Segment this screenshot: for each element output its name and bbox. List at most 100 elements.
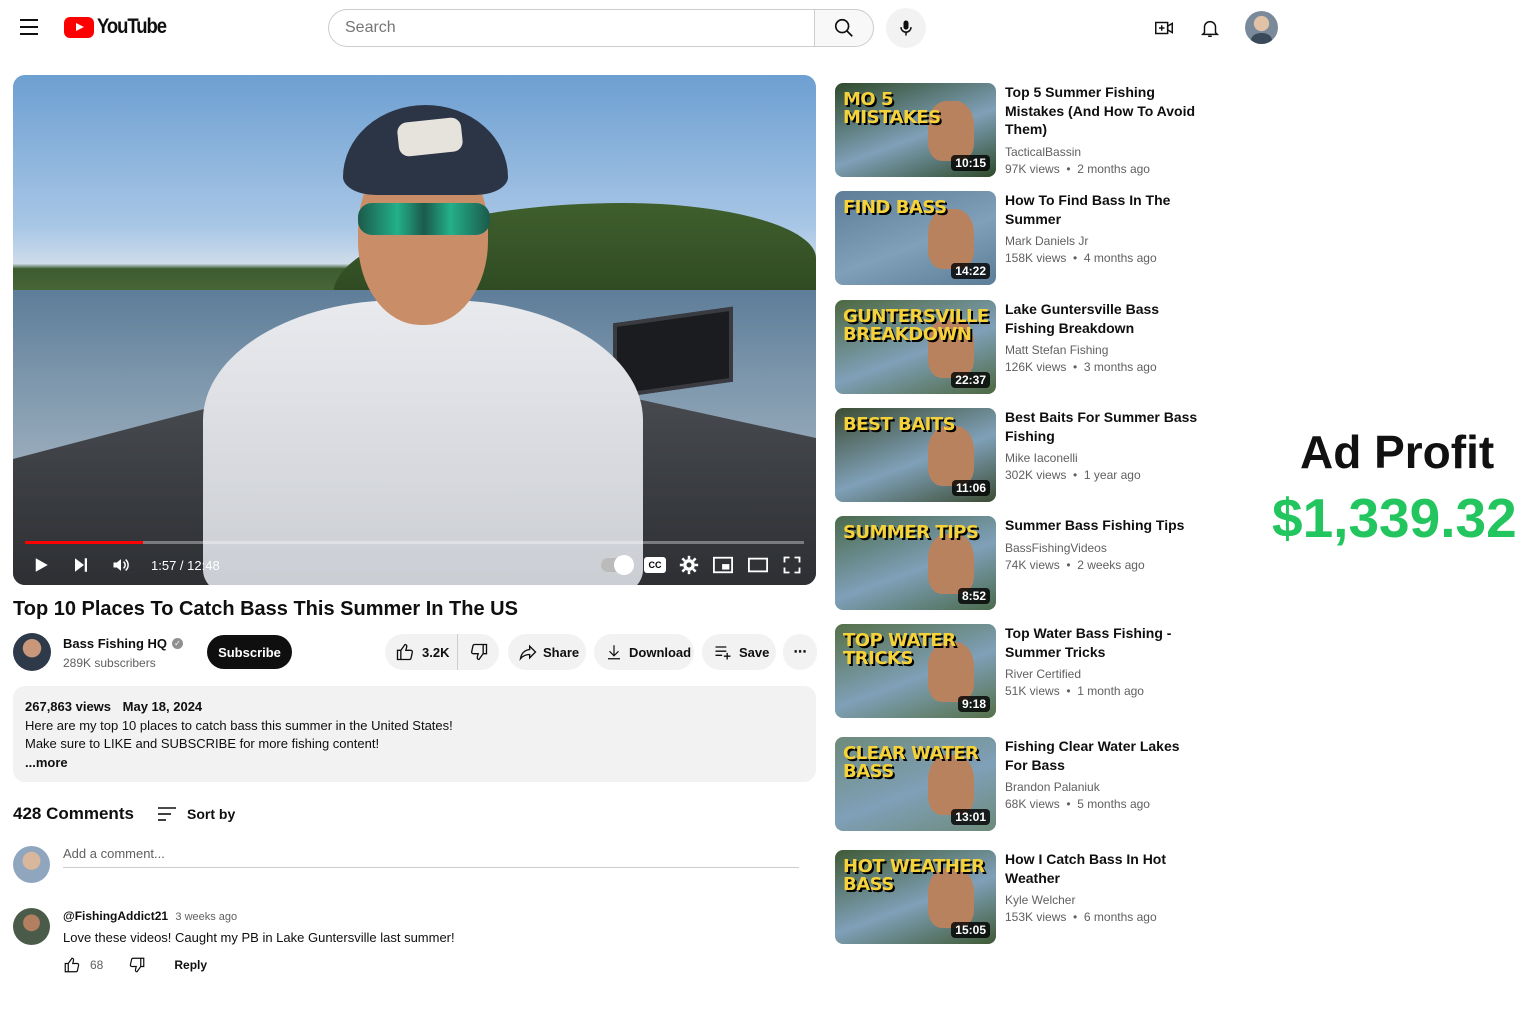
video-player[interactable]: 1:57 / 12:48 CC bbox=[13, 75, 816, 585]
video-thumbnail[interactable]: BEST BAITS 11:06 bbox=[835, 408, 996, 502]
video-title[interactable]: Fishing Clear Water Lakes For Bass bbox=[1005, 737, 1205, 774]
comment-like-button[interactable] bbox=[63, 956, 81, 974]
download-button[interactable]: Download bbox=[594, 634, 694, 670]
view-count: 302K views bbox=[1005, 468, 1067, 482]
channel-avatar[interactable] bbox=[13, 633, 51, 671]
video-frame-cap-patch bbox=[396, 116, 464, 158]
progress-bar[interactable] bbox=[25, 541, 804, 544]
add-comment-input[interactable] bbox=[63, 846, 799, 861]
sort-by-button[interactable]: Sort by bbox=[157, 806, 235, 822]
notifications-button[interactable] bbox=[1196, 14, 1224, 42]
channel-name[interactable]: River Certified bbox=[1005, 667, 1205, 681]
next-button[interactable] bbox=[67, 551, 95, 579]
video-thumbnail[interactable]: TOP WATER TRICKS 9:18 bbox=[835, 624, 996, 718]
upload-age: 5 months ago bbox=[1077, 797, 1150, 811]
channel-name[interactable]: Mark Daniels Jr bbox=[1005, 234, 1205, 248]
video-info: Summer Bass Fishing Tips BassFishingVideo… bbox=[1005, 516, 1205, 572]
recommended-video[interactable]: BEST BAITS 11:06 Best Baits For Summer Bas… bbox=[835, 408, 1205, 504]
recommended-video[interactable]: TOP WATER TRICKS 9:18 Top Water Bass Fishi… bbox=[835, 624, 1205, 720]
recommended-video[interactable]: GUNTERSVILLE BREAKDOWN 22:37 Lake Guntersv… bbox=[835, 300, 1205, 396]
video-duration: 10:15 bbox=[951, 155, 990, 171]
play-button[interactable] bbox=[27, 551, 55, 579]
video-meta: 302K views • 1 year ago bbox=[1005, 468, 1205, 482]
voice-search-button[interactable] bbox=[886, 8, 926, 48]
view-count: 97K views bbox=[1005, 161, 1060, 176]
view-count: 74K views bbox=[1005, 557, 1060, 572]
channel-name[interactable]: TacticalBassin bbox=[1005, 145, 1205, 159]
subscribe-button[interactable]: Subscribe bbox=[207, 635, 292, 669]
thumbnail-face bbox=[928, 534, 974, 594]
theater-mode-button[interactable] bbox=[747, 555, 769, 575]
video-title[interactable]: How To Find Bass In The Summer bbox=[1005, 191, 1205, 228]
video-meta: 97K views • 2 months ago bbox=[1005, 162, 1205, 176]
comment-author[interactable]: @FishingAddict21 bbox=[63, 909, 168, 923]
video-info: How To Find Bass In The Summer Mark Danie… bbox=[1005, 191, 1205, 265]
captions-button[interactable]: CC bbox=[644, 557, 666, 573]
search-box[interactable] bbox=[328, 9, 816, 47]
miniplayer-button[interactable] bbox=[712, 555, 734, 575]
sort-icon bbox=[158, 807, 176, 821]
account-avatar[interactable] bbox=[1245, 11, 1278, 44]
volume-button[interactable] bbox=[107, 551, 135, 579]
video-duration: 22:37 bbox=[951, 372, 990, 388]
description-box[interactable]: 267,863 views May 18, 2024 Here are my t… bbox=[13, 686, 816, 782]
add-comment-field[interactable] bbox=[63, 846, 799, 868]
video-thumbnail[interactable]: SUMMER TIPS 8:52 bbox=[835, 516, 996, 610]
video-duration: 8:52 bbox=[957, 588, 990, 604]
video-thumbnail[interactable]: HOT WEATHER BASS 15:05 bbox=[835, 850, 996, 944]
recommended-video[interactable]: HOT WEATHER BASS 15:05 How I Catch Bass In… bbox=[835, 850, 1205, 946]
video-title[interactable]: Top Water Bass Fishing - Summer Tricks bbox=[1005, 624, 1205, 661]
thumbs-down-icon bbox=[130, 957, 145, 973]
video-duration: 11:06 bbox=[951, 480, 990, 496]
search-button[interactable] bbox=[814, 9, 874, 47]
channel-name[interactable]: BassFishingVideos bbox=[1005, 541, 1205, 555]
video-title[interactable]: Summer Bass Fishing Tips bbox=[1005, 516, 1205, 535]
channel-name[interactable]: Bass Fishing HQ ✓ bbox=[63, 636, 184, 651]
channel-name[interactable]: Matt Stefan Fishing bbox=[1005, 343, 1205, 357]
fullscreen-button[interactable] bbox=[782, 555, 802, 575]
hamburger-menu-icon[interactable] bbox=[16, 14, 42, 40]
top-bar: YouTube bbox=[0, 0, 1536, 56]
reply-button[interactable]: Reply bbox=[174, 958, 207, 972]
video-title[interactable]: Top 5 Summer Fishing Mistakes (And How T… bbox=[1005, 83, 1205, 139]
dislike-button[interactable] bbox=[458, 642, 499, 662]
create-button[interactable] bbox=[1150, 14, 1178, 42]
video-title[interactable]: Best Baits For Summer Bass Fishing bbox=[1005, 408, 1205, 445]
recommended-video[interactable]: CLEAR WATER BASS 13:01 Fishing Clear Water… bbox=[835, 737, 1205, 833]
comment-actions: 68 Reply bbox=[63, 956, 207, 974]
meta-separator: • bbox=[1066, 910, 1084, 924]
comment-dislike-button[interactable] bbox=[128, 956, 146, 974]
channel-name[interactable]: Kyle Welcher bbox=[1005, 893, 1205, 907]
video-title[interactable]: How I Catch Bass In Hot Weather bbox=[1005, 850, 1205, 887]
autoplay-toggle[interactable] bbox=[601, 555, 634, 575]
comments-header: 428 Comments bbox=[13, 804, 134, 824]
thumbnail-face bbox=[928, 426, 974, 486]
recommended-video[interactable]: SUMMER TIPS 8:52 Summer Bass Fishing Tips B… bbox=[835, 516, 1205, 612]
commenter-avatar[interactable] bbox=[13, 908, 50, 945]
search-input[interactable] bbox=[345, 19, 816, 37]
video-thumbnail[interactable]: MO 5 MISTAKES 10:15 bbox=[835, 83, 996, 177]
recommended-video[interactable]: FIND BASS 14:22 How To Find Bass In The Su… bbox=[835, 191, 1205, 287]
more-actions-button[interactable]: ⋯ bbox=[783, 634, 817, 670]
share-button[interactable]: Share bbox=[508, 634, 586, 670]
like-button[interactable]: 3.2K bbox=[385, 634, 458, 670]
save-button[interactable]: Save bbox=[702, 634, 776, 670]
settings-button[interactable] bbox=[679, 555, 699, 575]
video-duration: 13:01 bbox=[951, 809, 990, 825]
show-more-link[interactable]: ...more bbox=[25, 754, 804, 773]
video-title[interactable]: Lake Guntersville Bass Fishing Breakdown bbox=[1005, 300, 1205, 337]
channel-name[interactable]: Brandon Palaniuk bbox=[1005, 780, 1205, 794]
upload-age: 2 months ago bbox=[1077, 161, 1150, 176]
channel-name[interactable]: Mike Iaconelli bbox=[1005, 451, 1205, 465]
video-frame-sunglasses bbox=[358, 203, 490, 235]
video-thumbnail[interactable]: GUNTERSVILLE BREAKDOWN 22:37 bbox=[835, 300, 996, 394]
view-count: 267,863 views bbox=[25, 699, 112, 714]
video-thumbnail[interactable]: CLEAR WATER BASS 13:01 bbox=[835, 737, 996, 831]
video-thumbnail[interactable]: FIND BASS 14:22 bbox=[835, 191, 996, 285]
comment-time[interactable]: 3 weeks ago bbox=[175, 911, 237, 923]
youtube-logo[interactable]: YouTube bbox=[64, 15, 175, 39]
create-video-icon bbox=[1155, 21, 1173, 35]
upload-age: 3 months ago bbox=[1083, 360, 1157, 374]
recommended-video[interactable]: MO 5 MISTAKES 10:15 Top 5 Summer Fishing M… bbox=[835, 83, 1205, 179]
youtube-play-logo-icon bbox=[64, 16, 94, 38]
